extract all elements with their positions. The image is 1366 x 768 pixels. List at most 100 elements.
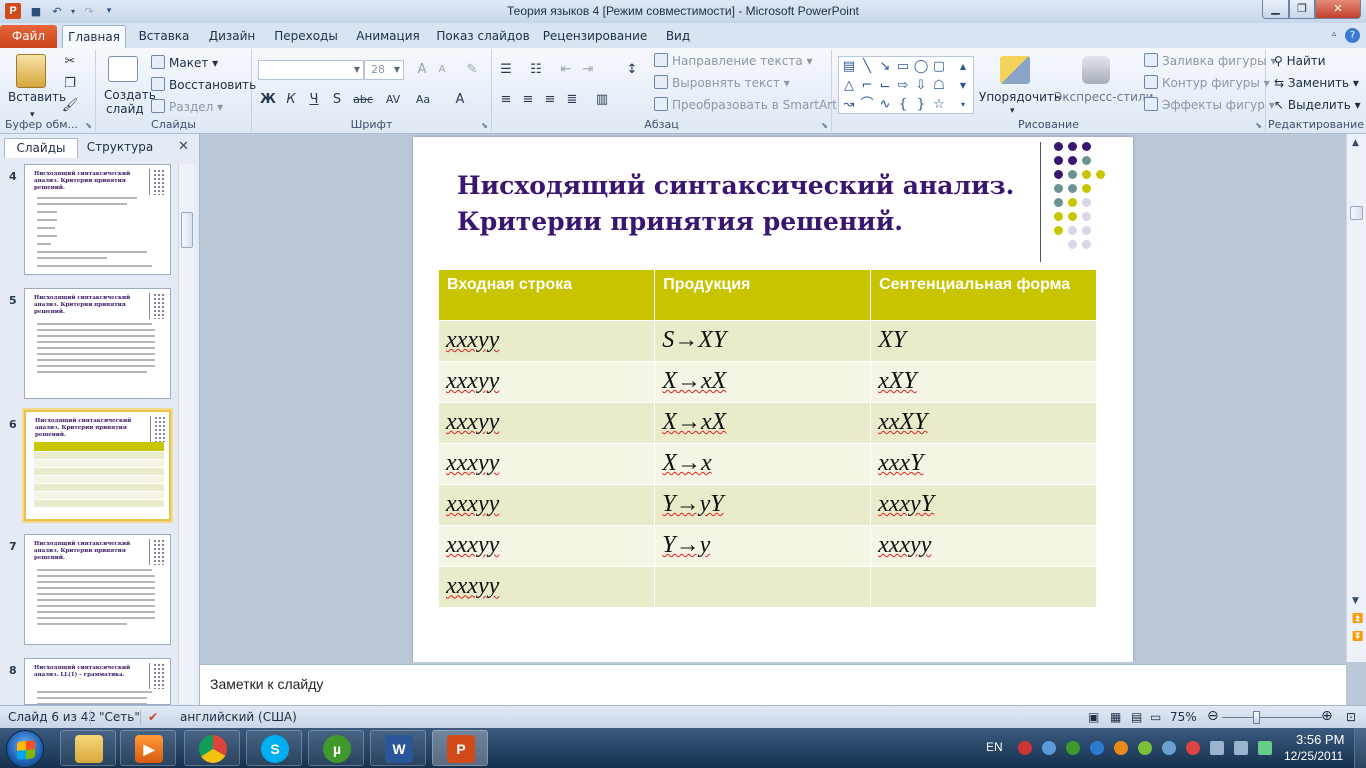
slide-counter[interactable]: Слайд 6 из 42	[8, 710, 96, 724]
table-cell[interactable]: Y→y	[654, 524, 872, 566]
tab-file[interactable]: Файл	[0, 25, 57, 48]
strikethrough-button[interactable]: abc	[350, 90, 376, 110]
shape-fill-button[interactable]: Заливка фигуры ▾	[1144, 52, 1276, 70]
tray-icon[interactable]	[1162, 741, 1176, 755]
close-button[interactable]: ✕	[1315, 0, 1361, 19]
elbow-connector-icon[interactable]: ⌐	[859, 78, 875, 94]
spellcheck-icon[interactable]: ✔	[148, 710, 158, 724]
replace-button[interactable]: ⇆ Заменить ▾	[1274, 74, 1359, 92]
clock-time[interactable]: 3:56 PM	[1296, 732, 1344, 747]
oval-shape-icon[interactable]: ◯	[913, 59, 929, 75]
slide-thumbnail[interactable]: Нисходящий синтаксический анализ. LL(1) …	[24, 658, 171, 705]
table-cell[interactable]	[870, 565, 1097, 607]
right-arrow-shape-icon[interactable]: ⇨	[895, 78, 911, 94]
tab-outline-panel[interactable]: Структура	[80, 138, 160, 158]
font-color-button[interactable]: A	[450, 90, 470, 110]
rectangle-shape-icon[interactable]: ▭	[895, 59, 911, 75]
tab-design[interactable]: Дизайн	[202, 25, 262, 48]
new-slide-button-line2[interactable]: слайд	[106, 102, 144, 116]
current-slide[interactable]: Нисходящий синтаксический анализ. Критер…	[413, 137, 1133, 662]
taskbar-skype[interactable]: S	[246, 730, 302, 766]
shape-effects-button[interactable]: Эффекты фигур ▾	[1144, 96, 1275, 114]
smartart-button[interactable]: Преобразовать в SmartArt ▾	[654, 96, 847, 114]
table-cell[interactable]: xxxyy	[439, 319, 656, 361]
shadow-button[interactable]: S	[327, 90, 347, 110]
header-sentential-form[interactable]: Сентенциальная форма	[870, 270, 1097, 320]
tray-icon[interactable]	[1042, 741, 1056, 755]
table-cell[interactable]	[654, 565, 872, 607]
arrange-icon[interactable]	[1000, 56, 1030, 84]
slide-thumbnail[interactable]: Нисходящий синтаксический анализ. Критер…	[24, 288, 171, 399]
table-cell[interactable]: xXY	[870, 360, 1097, 402]
arc-shape-icon[interactable]: ⌒	[859, 97, 875, 113]
change-case-button[interactable]: Aa	[410, 90, 436, 110]
font-size-combo[interactable]: 28 ▼	[364, 60, 404, 80]
derivation-table[interactable]: Входная строка Продукция Сентенциальная …	[439, 270, 1097, 607]
tray-icon[interactable]	[1138, 741, 1152, 755]
slide-title[interactable]: Нисходящий синтаксический анализ. Критер…	[457, 168, 1017, 240]
tab-animation[interactable]: Анимация	[350, 25, 426, 48]
quick-styles-button[interactable]: Экспресс-стили	[1054, 88, 1153, 106]
shapes-gallery[interactable]: ▤ ╲ ↘ ▭ ◯ ▢ △ ⌐ ⌙ ⇨ ⇩ ☖ ↝ ⌒ ∿ { } ☆ ▲ ▼ …	[838, 56, 974, 114]
align-text-button[interactable]: Выровнять текст ▾	[654, 74, 790, 92]
align-right-icon[interactable]: ≡	[540, 90, 560, 110]
header-input-string[interactable]: Входная строка	[439, 270, 656, 320]
taskbar-powerpoint[interactable]: P	[432, 730, 488, 766]
paragraph-launcher-icon[interactable]: ⬊	[821, 121, 828, 130]
underline-button[interactable]: Ч	[304, 90, 324, 110]
slide-sorter-icon[interactable]: ▦	[1110, 710, 1121, 724]
callout-shape-icon[interactable]: ☖	[931, 78, 947, 94]
text-direction-button[interactable]: Направление текста ▾	[654, 52, 813, 70]
shape-outline-button[interactable]: Контур фигуры ▾	[1144, 74, 1270, 92]
theme-name[interactable]: "Сеть"	[99, 710, 140, 724]
header-production[interactable]: Продукция	[654, 270, 872, 320]
left-brace-icon[interactable]: {	[895, 97, 911, 113]
find-button[interactable]: ⚲ Найти	[1274, 52, 1326, 70]
drawing-launcher-icon[interactable]: ⬊	[1255, 121, 1262, 130]
shapes-scroll-down-icon[interactable]: ▼	[955, 78, 971, 94]
curve-shape-icon[interactable]: ↝	[841, 97, 857, 113]
right-brace-icon[interactable]: }	[913, 97, 929, 113]
fit-to-window-icon[interactable]: ⊡	[1346, 710, 1356, 724]
taskbar-chrome[interactable]	[184, 730, 240, 766]
columns-icon[interactable]: ▥	[592, 90, 612, 110]
table-cell[interactable]: xxxyy	[439, 401, 656, 443]
format-painter-icon[interactable]: 🖌	[60, 96, 80, 116]
justify-icon[interactable]: ≣	[562, 90, 582, 110]
font-launcher-icon[interactable]: ⬊	[481, 121, 488, 130]
spacing-button[interactable]: AV	[380, 90, 406, 110]
layout-button[interactable]: Макет ▾	[151, 54, 218, 72]
table-cell[interactable]: X→xX	[654, 360, 872, 402]
previous-slide-icon[interactable]: ⏫	[1352, 614, 1363, 624]
table-cell[interactable]: xxxyy	[439, 360, 656, 402]
grow-font-icon[interactable]: A	[412, 60, 432, 80]
copy-icon[interactable]: ❐	[60, 74, 80, 94]
table-cell[interactable]: S→XY	[654, 319, 872, 361]
tab-slides-panel[interactable]: Слайды	[4, 138, 78, 158]
keyboard-language[interactable]: EN	[986, 740, 1003, 754]
tab-home[interactable]: Главная	[62, 25, 126, 48]
arrow-line-shape-icon[interactable]: ↘	[877, 59, 893, 75]
align-center-icon[interactable]: ≡	[518, 90, 538, 110]
increase-indent-icon[interactable]: ⇥	[578, 60, 598, 80]
slide-thumbnail[interactable]: Нисходящий синтаксический анализ. Критер…	[24, 534, 171, 645]
tray-icon[interactable]	[1186, 741, 1200, 755]
font-name-combo[interactable]: ▼	[258, 60, 364, 80]
slide-thumbnail-selected[interactable]: Нисходящий синтаксический анализ. Критер…	[22, 408, 173, 523]
taskbar-word[interactable]: W	[370, 730, 426, 766]
thumbnails-scrollbar[interactable]	[178, 164, 194, 704]
tab-transitions[interactable]: Переходы	[270, 25, 342, 48]
table-cell[interactable]: xxxyy	[439, 483, 656, 525]
table-cell[interactable]: XY	[870, 319, 1097, 361]
normal-view-icon[interactable]: ▣	[1088, 710, 1099, 724]
select-button[interactable]: ↖ Выделить ▾	[1274, 96, 1361, 114]
shapes-more-icon[interactable]: ▾	[955, 97, 971, 113]
tray-icon[interactable]	[1114, 741, 1128, 755]
slide-scroll-thumb[interactable]	[1350, 206, 1363, 220]
slide-scrollbar[interactable]: ▲ ▼ ⏫ ⏬	[1346, 134, 1366, 662]
clock-date[interactable]: 12/25/2011	[1284, 749, 1343, 763]
rounded-rect-shape-icon[interactable]: ▢	[931, 59, 947, 75]
help-icon[interactable]: ?	[1345, 28, 1360, 43]
quick-styles-icon[interactable]	[1082, 56, 1110, 84]
table-cell[interactable]: Y→yY	[654, 483, 872, 525]
